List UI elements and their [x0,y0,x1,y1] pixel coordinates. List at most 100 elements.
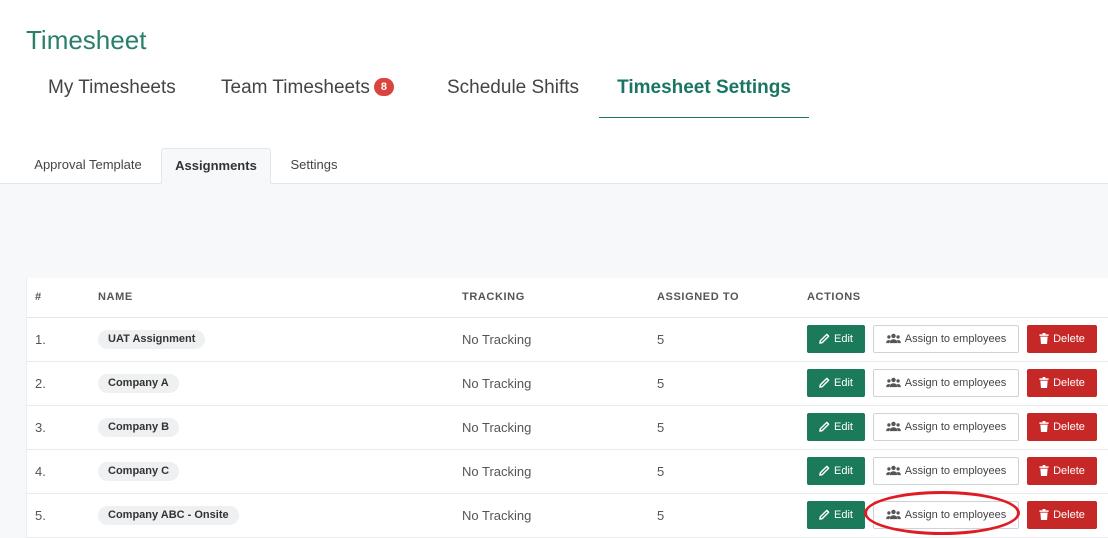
pencil-icon [819,377,830,388]
users-icon [885,421,901,431]
assign-to-employees-button[interactable]: Assign to employees [873,325,1019,353]
table-header-row: # NAME TRACKING ASSIGNED TO ACTIONS [27,278,1108,318]
table-row: 4. Company C No Tracking 5 Edit Assign to… [27,449,1108,494]
tab-label: Team Timesheets [221,77,370,98]
trash-icon [1039,376,1049,388]
subtab-label: Approval Template [34,157,142,172]
tab-team-timesheets[interactable]: Team Timesheets 8 [221,66,395,118]
tab-my-timesheets[interactable]: My Timesheets [48,66,176,118]
subtab-label: Assignments [175,158,257,173]
row-assigned-to: 5 [657,361,807,406]
column-header-tracking: TRACKING [462,278,657,318]
users-icon [885,465,901,475]
row-name-cell: UAT Assignment [98,317,462,362]
table-row: 3. Company B No Tracking 5 Edit Assign to… [27,405,1108,450]
edit-button-label: Edit [834,377,853,389]
assign-to-employees-button[interactable]: Assign to employees [873,457,1019,485]
delete-button[interactable]: Delete [1027,369,1097,397]
delete-button-label: Delete [1053,509,1085,521]
pencil-icon [819,421,830,432]
notification-badge: 8 [373,77,395,96]
assignment-name-pill: UAT Assignment [98,329,206,349]
assign-to-employees-button[interactable]: Assign to employees [873,413,1019,441]
column-header-actions: ACTIONS [807,278,1108,318]
app-title: Timesheet [26,25,147,55]
subtab-approval-template[interactable]: Approval Template [20,148,156,183]
edit-button[interactable]: Edit [807,369,865,397]
row-actions: Edit Assign to employees Delete [807,361,1108,406]
row-assigned-to: 5 [657,493,807,538]
pencil-icon [819,333,830,344]
tab-schedule-shifts[interactable]: Schedule Shifts [447,66,579,118]
row-tracking: No Tracking [462,317,657,362]
trash-icon [1039,464,1049,476]
users-icon [885,509,901,519]
tab-label: My Timesheets [48,77,176,98]
content-area: # NAME TRACKING ASSIGNED TO ACTIONS 1. U… [0,184,1108,538]
assignment-name-pill: Company ABC - Onsite [98,505,239,525]
row-actions: Edit Assign to employees Delete [807,449,1108,494]
trash-icon [1039,508,1049,520]
users-icon [885,333,901,343]
row-actions: Edit Assign to employees Delete [807,317,1108,362]
edit-button-label: Edit [834,333,853,345]
column-header-assigned-to: ASSIGNED TO [657,278,807,318]
row-assigned-to: 5 [657,405,807,450]
pencil-icon [819,509,830,520]
subtab-assignments[interactable]: Assignments [161,148,271,184]
assign-button-label: Assign to employees [904,377,1007,389]
row-number: 5. [27,493,98,538]
delete-button-label: Delete [1053,421,1085,433]
assign-button-label: Assign to employees [904,465,1007,477]
assign-button-label: Assign to employees [904,421,1007,433]
assign-button-label: Assign to employees [904,509,1007,521]
column-header-number: # [27,278,98,318]
delete-button-label: Delete [1053,465,1085,477]
delete-button[interactable]: Delete [1027,501,1097,529]
row-name-cell: Company A [98,361,462,406]
column-header-name: NAME [98,278,462,318]
subtab-label: Settings [290,157,338,172]
edit-button[interactable]: Edit [807,325,865,353]
edit-button[interactable]: Edit [807,501,865,529]
row-name-cell: Company B [98,405,462,450]
users-icon [885,377,901,387]
assign-button-label: Assign to employees [904,333,1007,345]
row-number: 3. [27,405,98,450]
assignment-name-pill: Company A [98,373,179,393]
row-actions: Edit Assign to employees Delete [807,405,1108,450]
main-tabs: My Timesheets Team Timesheets 8 Schedule … [26,66,826,118]
assign-to-employees-button[interactable]: Assign to employees [873,369,1019,397]
subtab-settings[interactable]: Settings [276,148,352,183]
edit-button[interactable]: Edit [807,457,865,485]
row-number: 4. [27,449,98,494]
tab-timesheet-settings[interactable]: Timesheet Settings [599,66,809,118]
row-assigned-to: 5 [657,449,807,494]
row-number: 1. [27,317,98,362]
edit-button-label: Edit [834,465,853,477]
row-assigned-to: 5 [657,317,807,362]
assignments-table-card: # NAME TRACKING ASSIGNED TO ACTIONS 1. U… [26,278,1108,538]
edit-button[interactable]: Edit [807,413,865,441]
row-name-cell: Company C [98,449,462,494]
delete-button[interactable]: Delete [1027,325,1097,353]
delete-button[interactable]: Delete [1027,457,1097,485]
row-tracking: No Tracking [462,449,657,494]
pencil-icon [819,465,830,476]
table-row: 2. Company A No Tracking 5 Edit Assign to… [27,361,1108,406]
row-name-cell: Company ABC - Onsite [98,493,462,538]
table-body: 1. UAT Assignment No Tracking 5 Edit Assi… [27,317,1108,538]
table-row: 5. Company ABC - Onsite No Tracking 5 Ed… [27,493,1108,538]
row-tracking: No Tracking [462,405,657,450]
row-number: 2. [27,361,98,406]
delete-button[interactable]: Delete [1027,413,1097,441]
tab-label: Schedule Shifts [447,77,580,98]
row-tracking: No Tracking [462,361,657,406]
delete-button-label: Delete [1053,333,1085,345]
assignment-name-pill: Company C [98,461,180,481]
row-tracking: No Tracking [462,493,657,538]
trash-icon [1039,332,1049,344]
assign-to-employees-button[interactable]: Assign to employees [873,501,1019,529]
table-row: 1. UAT Assignment No Tracking 5 Edit Assi… [27,317,1108,362]
row-actions: Edit Assign to employees Delete [807,493,1108,538]
